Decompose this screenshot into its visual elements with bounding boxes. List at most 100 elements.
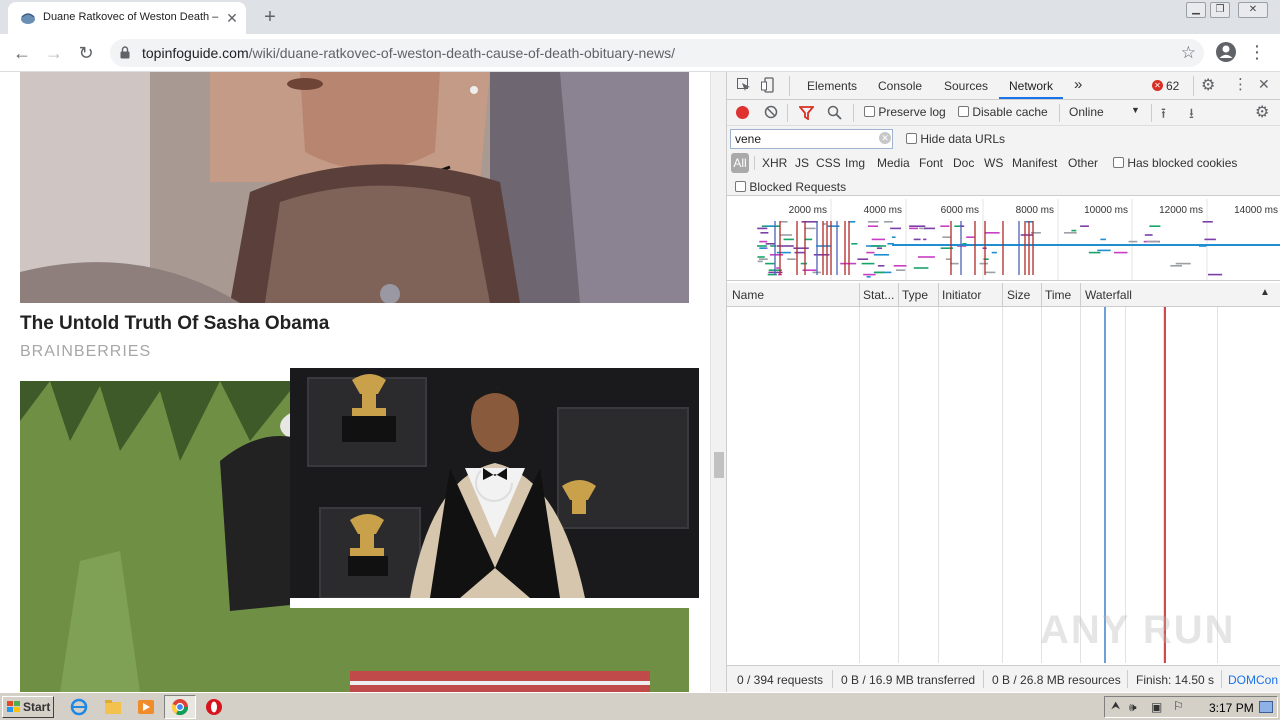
clear-icon[interactable] xyxy=(764,105,778,119)
tab-elements[interactable]: Elements xyxy=(807,79,857,93)
import-har-icon[interactable]: ⭱ xyxy=(1161,103,1166,127)
preserve-log-checkbox[interactable]: Preserve log xyxy=(864,105,946,119)
network-overview-timeline[interactable]: 2000 ms 4000 ms 6000 ms 8000 ms 10000 ms 1200… xyxy=(727,199,1280,281)
type-filter-manifest[interactable]: Manifest xyxy=(1012,156,1057,170)
throttling-select[interactable]: Online ▼ xyxy=(1069,105,1141,119)
chrome-taskbar-button[interactable] xyxy=(164,695,196,719)
hide-data-urls-box[interactable] xyxy=(906,133,917,144)
devtools-tab-bar: Elements Console Sources Network » ✕ 62 … xyxy=(727,72,1280,100)
browser-tab-active[interactable]: Duane Ratkovec of Weston Death – ✕ xyxy=(8,2,246,34)
reload-icon[interactable]: ↻ xyxy=(74,41,98,65)
toolbar-divider xyxy=(787,104,788,122)
has-blocked-cookies-checkbox[interactable]: Has blocked cookies xyxy=(1113,156,1237,170)
column-status[interactable]: Stat... xyxy=(863,288,894,302)
overview-request-bar xyxy=(759,240,768,243)
bookmark-star-icon[interactable]: ☆ xyxy=(1181,43,1196,63)
overview-request-bar xyxy=(1080,225,1089,227)
toolbar-divider xyxy=(1151,104,1152,122)
type-filter-ws[interactable]: WS xyxy=(984,156,1003,170)
column-size[interactable]: Size xyxy=(1007,288,1030,302)
internet-explorer-icon[interactable] xyxy=(70,698,88,716)
blocked-requests-checkbox[interactable]: Blocked Requests xyxy=(735,180,846,194)
hide-data-urls-checkbox[interactable]: Hide data URLs xyxy=(906,132,1005,146)
blocked-requests-box[interactable] xyxy=(735,181,746,192)
overview-request-bar xyxy=(923,238,927,241)
status-finish: Finish: 14.50 s xyxy=(1136,673,1215,687)
profile-avatar-icon[interactable] xyxy=(1214,40,1238,64)
devtools-menu-icon[interactable]: ⋮ xyxy=(1233,75,1248,93)
start-button[interactable]: Start xyxy=(2,696,54,718)
has-blocked-cookies-box[interactable] xyxy=(1113,157,1124,168)
minimize-window-icon[interactable]: ▁ xyxy=(1186,2,1206,18)
device-toolbar-icon[interactable] xyxy=(761,77,777,93)
close-devtools-icon[interactable]: ✕ xyxy=(1258,76,1270,93)
throttling-value: Online xyxy=(1069,105,1104,119)
opera-icon[interactable] xyxy=(205,698,223,716)
settings-gear-icon[interactable]: ⚙ xyxy=(1201,75,1215,95)
error-count[interactable]: 62 xyxy=(1166,79,1179,93)
type-filter-img[interactable]: Img xyxy=(845,156,865,170)
article-image-sasha-obama[interactable] xyxy=(20,72,689,303)
overview-request-bar xyxy=(1202,221,1213,223)
inspect-element-icon[interactable] xyxy=(737,78,751,92)
type-filter-other[interactable]: Other xyxy=(1068,156,1098,170)
file-explorer-icon[interactable] xyxy=(104,698,122,716)
search-icon[interactable] xyxy=(827,105,842,120)
volume-icon[interactable]: 🕪 xyxy=(1129,700,1137,715)
restore-window-icon[interactable]: ❐ xyxy=(1210,2,1230,18)
preserve-log-box[interactable] xyxy=(864,106,875,117)
floating-video-player[interactable] xyxy=(290,368,699,598)
overview-request-bar xyxy=(783,238,794,241)
column-name[interactable]: Name xyxy=(732,288,764,302)
status-domcontentloaded: DOMCon xyxy=(1228,673,1279,687)
overview-request-bar xyxy=(800,262,807,265)
tab-network[interactable]: Network xyxy=(1009,79,1053,93)
type-filter-font[interactable]: Font xyxy=(919,156,943,170)
action-center-flag-icon[interactable]: ⚐ xyxy=(1173,699,1184,713)
export-har-icon[interactable]: ⭳ xyxy=(1189,103,1194,127)
disable-cache-checkbox[interactable]: Disable cache xyxy=(958,105,1048,119)
scrollbar-thumb[interactable] xyxy=(714,452,724,478)
overview-request-bar xyxy=(985,271,996,274)
filter-icon[interactable] xyxy=(799,106,814,120)
network-settings-gear-icon[interactable]: ⚙ xyxy=(1255,102,1269,122)
page-scrollbar[interactable] xyxy=(710,72,726,692)
overview-request-bar xyxy=(966,236,975,238)
type-filter-xhr[interactable]: XHR xyxy=(762,156,787,170)
column-waterfall[interactable]: Waterfall xyxy=(1085,288,1132,302)
clear-filter-icon[interactable]: ✕ xyxy=(879,132,891,144)
close-window-icon[interactable]: ✕ xyxy=(1238,2,1268,18)
type-filter-all[interactable]: All xyxy=(731,153,749,173)
type-filter-media[interactable]: Media xyxy=(877,156,910,170)
type-filter-doc[interactable]: Doc xyxy=(953,156,974,170)
chrome-icon xyxy=(171,699,189,716)
show-desktop-icon[interactable] xyxy=(1259,701,1273,713)
status-resources: 0 B / 26.8 MB resources xyxy=(992,673,1121,687)
column-initiator[interactable]: Initiator xyxy=(942,288,981,302)
media-player-icon[interactable] xyxy=(137,698,155,716)
overview-request-bar xyxy=(873,271,885,274)
disable-cache-box[interactable] xyxy=(958,106,969,117)
record-icon[interactable] xyxy=(736,106,749,119)
type-filter-css[interactable]: CSS xyxy=(816,156,841,170)
browser-menu-icon[interactable]: ⋮ xyxy=(1248,42,1266,62)
tray-arrow-icon[interactable]: ⮝ xyxy=(1111,700,1120,713)
column-time[interactable]: Time xyxy=(1045,288,1071,302)
column-type[interactable]: Type xyxy=(902,288,928,302)
forward-arrow-icon[interactable]: → xyxy=(42,41,66,65)
address-bar[interactable]: topinfoguide.com/wiki/duane-ratkovec-of-… xyxy=(110,39,1204,67)
network-icon[interactable]: ▣ xyxy=(1151,700,1162,714)
overview-request-bar xyxy=(913,238,921,241)
tab-sources[interactable]: Sources xyxy=(944,79,988,93)
type-filter-js[interactable]: JS xyxy=(795,156,809,170)
new-tab-icon[interactable]: + xyxy=(258,6,282,28)
overview-tick-label: 6000 ms xyxy=(941,205,979,216)
filter-input[interactable]: vene xyxy=(730,129,893,149)
article-title[interactable]: The Untold Truth Of Sasha Obama xyxy=(20,313,329,335)
overview-request-bar xyxy=(1064,232,1077,234)
tab-console[interactable]: Console xyxy=(878,79,922,93)
back-arrow-icon[interactable]: ← xyxy=(10,41,34,65)
more-tabs-chevron-icon[interactable]: » xyxy=(1074,76,1082,93)
sort-ascending-icon[interactable]: ▲ xyxy=(1260,287,1270,298)
tab-close-icon[interactable]: ✕ xyxy=(224,10,240,26)
